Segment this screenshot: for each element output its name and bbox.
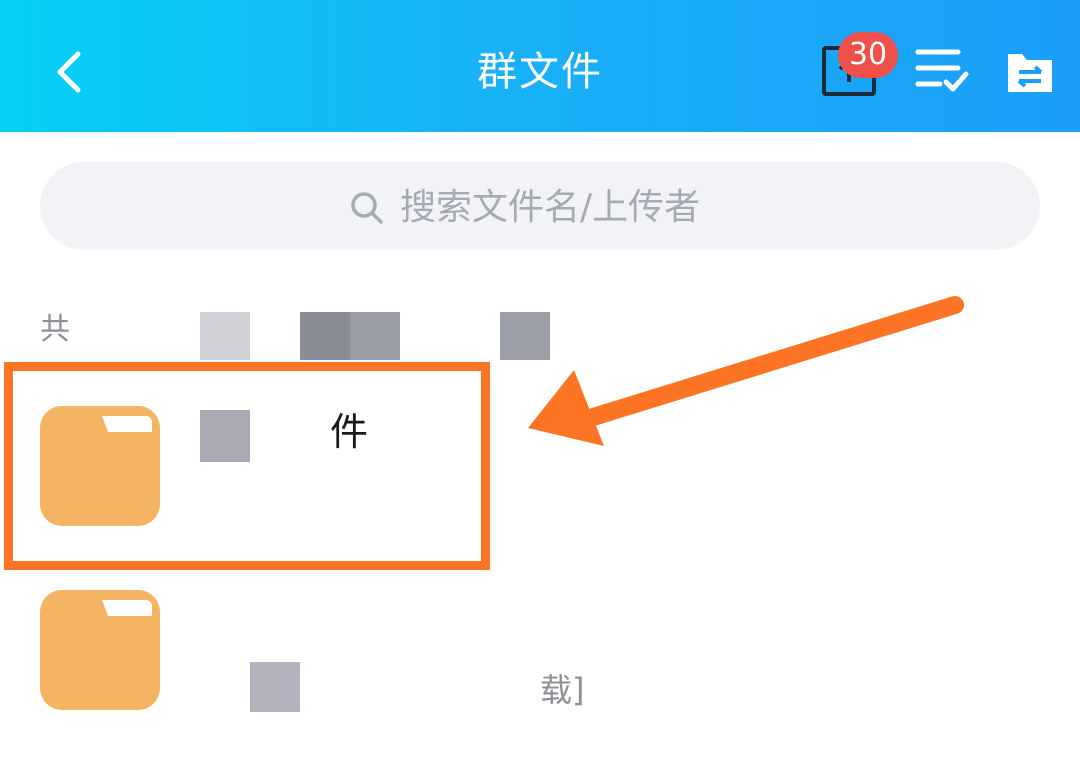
folder-icon [40, 406, 160, 526]
checklist-sort-icon [915, 49, 969, 92]
folder-meta: 载] [540, 671, 585, 709]
transfer-folder-icon [1008, 54, 1052, 92]
notification-badge: 30 [838, 32, 898, 78]
redaction-block [300, 312, 350, 360]
search-icon [351, 192, 383, 224]
redaction-block [500, 312, 550, 360]
folder-icon [40, 590, 160, 710]
header-bar: 群文件 30 [0, 0, 1080, 132]
folder-row[interactable] [0, 572, 1080, 742]
redaction-block [350, 312, 400, 360]
search-placeholder: 搜索文件名/上传者 [400, 187, 701, 228]
transfer-button[interactable] [1004, 48, 1056, 96]
select-list-button[interactable] [914, 46, 970, 96]
redaction-block [200, 410, 250, 462]
file-count-label: 共 [40, 312, 70, 347]
folder-name: 件 [330, 410, 369, 454]
folder-row[interactable] [0, 372, 1080, 550]
redaction-block [250, 662, 300, 712]
redaction-block [200, 312, 250, 360]
